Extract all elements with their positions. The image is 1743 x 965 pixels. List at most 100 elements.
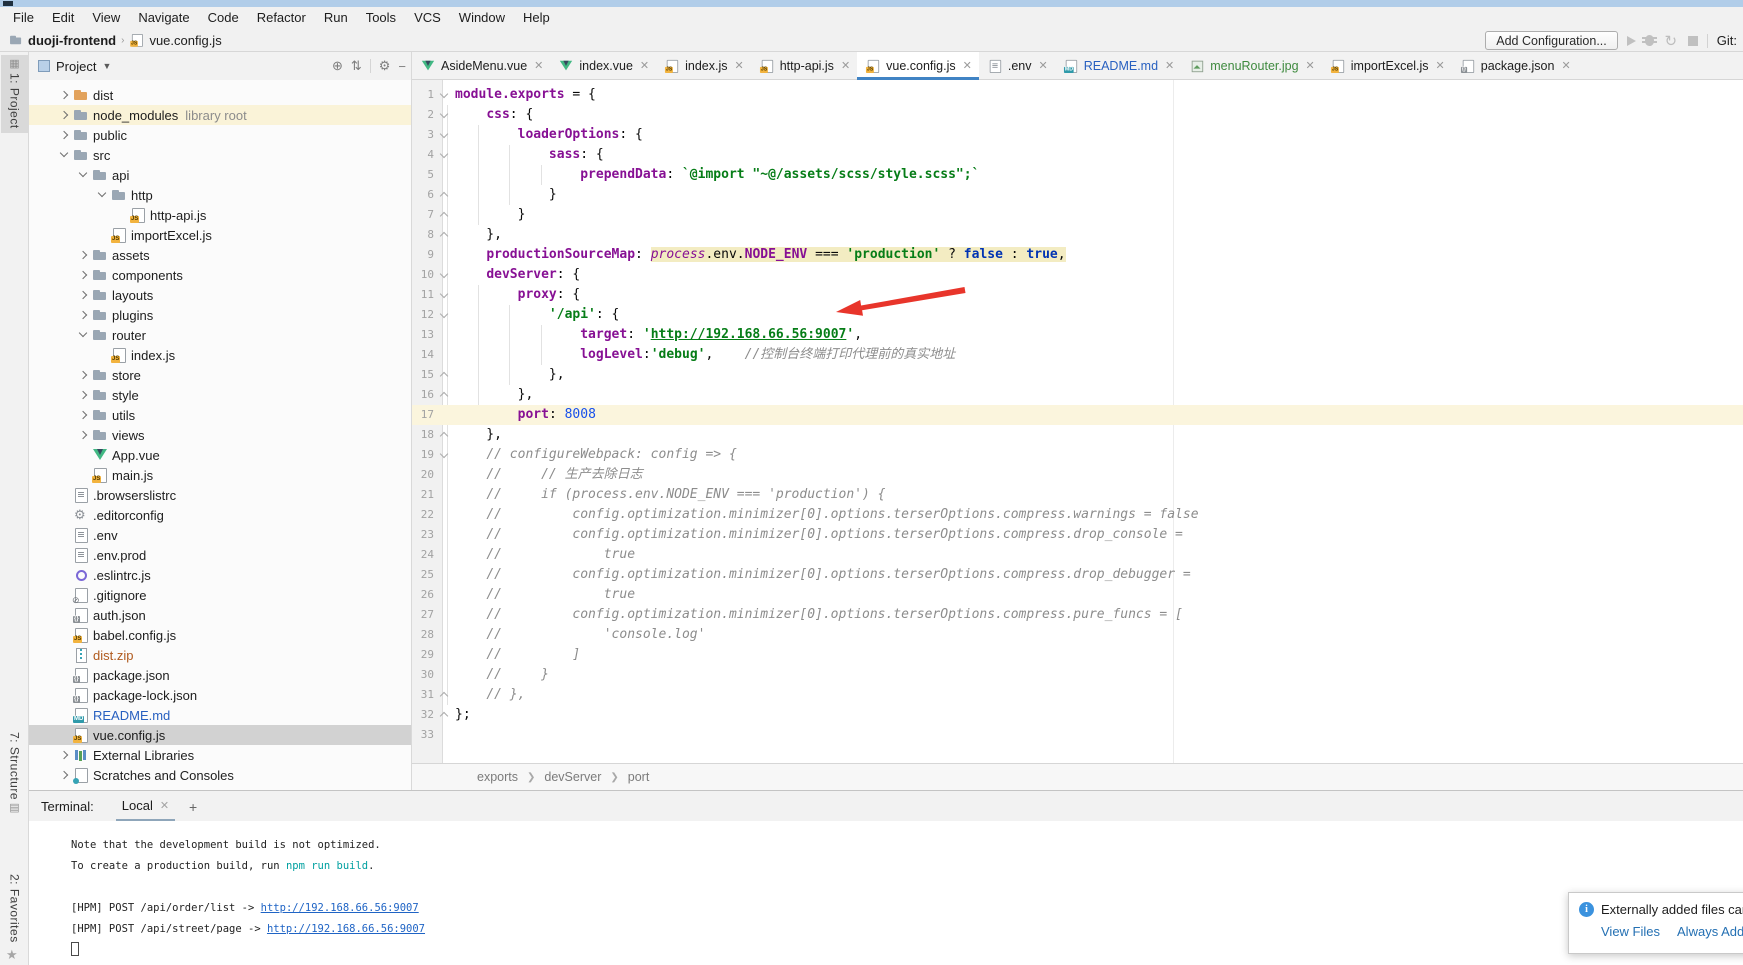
menu-item-window[interactable]: Window: [450, 7, 514, 29]
tab-vue.config.js[interactable]: JSvue.config.js✕: [857, 52, 979, 79]
code-line-22[interactable]: 22 // config.optimization.minimizer[0].o…: [412, 505, 1743, 525]
locate-file-icon[interactable]: ⊕: [332, 58, 343, 74]
menu-item-run[interactable]: Run: [315, 7, 357, 29]
fold-collapse-icon[interactable]: [437, 445, 451, 465]
tree-item-src[interactable]: src: [29, 145, 411, 165]
tree-item-.gitignore[interactable]: .gitignore: [29, 585, 411, 605]
menu-item-help[interactable]: Help: [514, 7, 559, 29]
menu-item-edit[interactable]: Edit: [43, 7, 83, 29]
chevron-right-icon[interactable]: [75, 265, 92, 285]
tree-item-auth.json[interactable]: {}auth.json: [29, 605, 411, 625]
tree-item-dist.zip[interactable]: dist.zip: [29, 645, 411, 665]
collapse-all-icon[interactable]: ⇅: [351, 58, 362, 74]
code-line-17[interactable]: 17 port: 8008: [412, 405, 1743, 425]
tree-item-views[interactable]: views: [29, 425, 411, 445]
menu-item-vcs[interactable]: VCS: [405, 7, 450, 29]
tree-item-babel.config.js[interactable]: JSbabel.config.js: [29, 625, 411, 645]
tree-item-scratches-and-consoles[interactable]: Scratches and Consoles: [29, 765, 411, 785]
code-line-31[interactable]: 31 // },: [412, 685, 1743, 705]
tree-item-public[interactable]: public: [29, 125, 411, 145]
tree-item-package.json[interactable]: {}package.json: [29, 665, 411, 685]
code-line-29[interactable]: 29 // ]: [412, 645, 1743, 665]
code-line-3[interactable]: 3 loaderOptions: {: [412, 125, 1743, 145]
tree-item-app.vue[interactable]: App.vue: [29, 445, 411, 465]
breadcrumb-port[interactable]: port: [628, 770, 650, 784]
tab-package.json[interactable]: {}package.json✕: [1452, 52, 1578, 79]
tree-item-assets[interactable]: assets: [29, 245, 411, 265]
code-line-2[interactable]: 2 css: {: [412, 105, 1743, 125]
chevron-right-icon[interactable]: [75, 245, 92, 265]
stop-icon[interactable]: [1688, 36, 1698, 46]
code-line-19[interactable]: 19 // configureWebpack: config => {: [412, 445, 1743, 465]
chevron-down-icon[interactable]: [75, 165, 92, 185]
tree-item-utils[interactable]: utils: [29, 405, 411, 425]
tool-button-project[interactable]: ▦ 1: Project: [1, 55, 28, 133]
fold-expand-icon[interactable]: [437, 385, 451, 405]
code-line-28[interactable]: 28 // 'console.log': [412, 625, 1743, 645]
tab-asidemenu.vue[interactable]: AsideMenu.vue✕: [412, 52, 550, 79]
fold-expand-icon[interactable]: [437, 225, 451, 245]
fold-collapse-icon[interactable]: [437, 265, 451, 285]
code-line-18[interactable]: 18 },: [412, 425, 1743, 445]
close-tab-icon[interactable]: ✕: [1561, 59, 1570, 72]
code-line-21[interactable]: 21 // if (process.env.NODE_ENV === 'prod…: [412, 485, 1743, 505]
favorites-star-icon[interactable]: ★: [6, 947, 18, 963]
tree-item-node-modules[interactable]: node_moduleslibrary root: [29, 105, 411, 125]
tree-item-router[interactable]: router: [29, 325, 411, 345]
code-line-5[interactable]: 5 prependData: `@import "~@/assets/scss/…: [412, 165, 1743, 185]
breadcrumb-exports[interactable]: exports: [477, 770, 518, 784]
project-panel-title[interactable]: Project: [56, 59, 96, 74]
menu-item-tools[interactable]: Tools: [357, 7, 405, 29]
code-line-13[interactable]: 13 target: 'http://192.168.66.56:9007',: [412, 325, 1743, 345]
menu-item-view[interactable]: View: [83, 7, 129, 29]
code-line-32[interactable]: 32};: [412, 705, 1743, 725]
terminal-cursor[interactable]: [71, 942, 79, 956]
tab-menurouter.jpg[interactable]: menuRouter.jpg✕: [1181, 52, 1321, 79]
fold-expand-icon[interactable]: [437, 365, 451, 385]
code-line-33[interactable]: 33: [412, 725, 1743, 745]
tree-item-readme.md[interactable]: MDREADME.md: [29, 705, 411, 725]
tree-item-external-libraries[interactable]: External Libraries: [29, 745, 411, 765]
chevron-down-icon[interactable]: [94, 185, 111, 205]
code-line-26[interactable]: 26 // true: [412, 585, 1743, 605]
chevron-down-icon[interactable]: [56, 145, 73, 165]
code-editor[interactable]: 1module.exports = {2 css: {3 loaderOptio…: [412, 80, 1743, 763]
code-line-4[interactable]: 4 sass: {: [412, 145, 1743, 165]
tree-item-main.js[interactable]: JSmain.js: [29, 465, 411, 485]
tree-item-vue.config.js[interactable]: JSvue.config.js: [29, 725, 411, 745]
gear-icon[interactable]: ⚙: [379, 58, 391, 74]
code-line-23[interactable]: 23 // config.optimization.minimizer[0].o…: [412, 525, 1743, 545]
tab-.env[interactable]: .env✕: [979, 52, 1055, 79]
tree-item-store[interactable]: store: [29, 365, 411, 385]
chevron-right-icon[interactable]: [75, 365, 92, 385]
chevron-right-icon[interactable]: [75, 285, 92, 305]
tree-item-.editorconfig[interactable]: .editorconfig: [29, 505, 411, 525]
chevron-right-icon[interactable]: [75, 405, 92, 425]
close-tab-icon[interactable]: ✕: [534, 59, 543, 72]
fold-expand-icon[interactable]: [437, 425, 451, 445]
tree-item-components[interactable]: components: [29, 265, 411, 285]
fold-collapse-icon[interactable]: [437, 105, 451, 125]
tree-item-style[interactable]: style: [29, 385, 411, 405]
code-line-14[interactable]: 14 logLevel:'debug', //控制台终端打印代理前的真实地址: [412, 345, 1743, 365]
tree-item-http-api.js[interactable]: JShttp-api.js: [29, 205, 411, 225]
fold-expand-icon[interactable]: [437, 185, 451, 205]
tree-item-package-lock.json[interactable]: {}package-lock.json: [29, 685, 411, 705]
always-add-link[interactable]: Always Add: [1677, 924, 1743, 939]
chevron-right-icon[interactable]: [56, 765, 73, 785]
code-line-11[interactable]: 11 proxy: {: [412, 285, 1743, 305]
terminal-link[interactable]: http://192.168.66.56:9007: [267, 923, 425, 935]
tab-importexcel.js[interactable]: JSimportExcel.js✕: [1322, 52, 1452, 79]
view-files-link[interactable]: View Files: [1601, 924, 1660, 939]
tree-item-http[interactable]: http: [29, 185, 411, 205]
chevron-right-icon[interactable]: [75, 385, 92, 405]
fold-expand-icon[interactable]: [437, 705, 451, 725]
terminal-output[interactable]: Note that the development build is not o…: [29, 821, 1743, 961]
fold-expand-icon[interactable]: [437, 205, 451, 225]
code-line-6[interactable]: 6 }: [412, 185, 1743, 205]
close-tab-icon[interactable]: ✕: [963, 59, 972, 72]
tree-item-api[interactable]: api: [29, 165, 411, 185]
fold-expand-icon[interactable]: [437, 685, 451, 705]
close-icon[interactable]: ✕: [160, 793, 169, 819]
code-line-30[interactable]: 30 // }: [412, 665, 1743, 685]
